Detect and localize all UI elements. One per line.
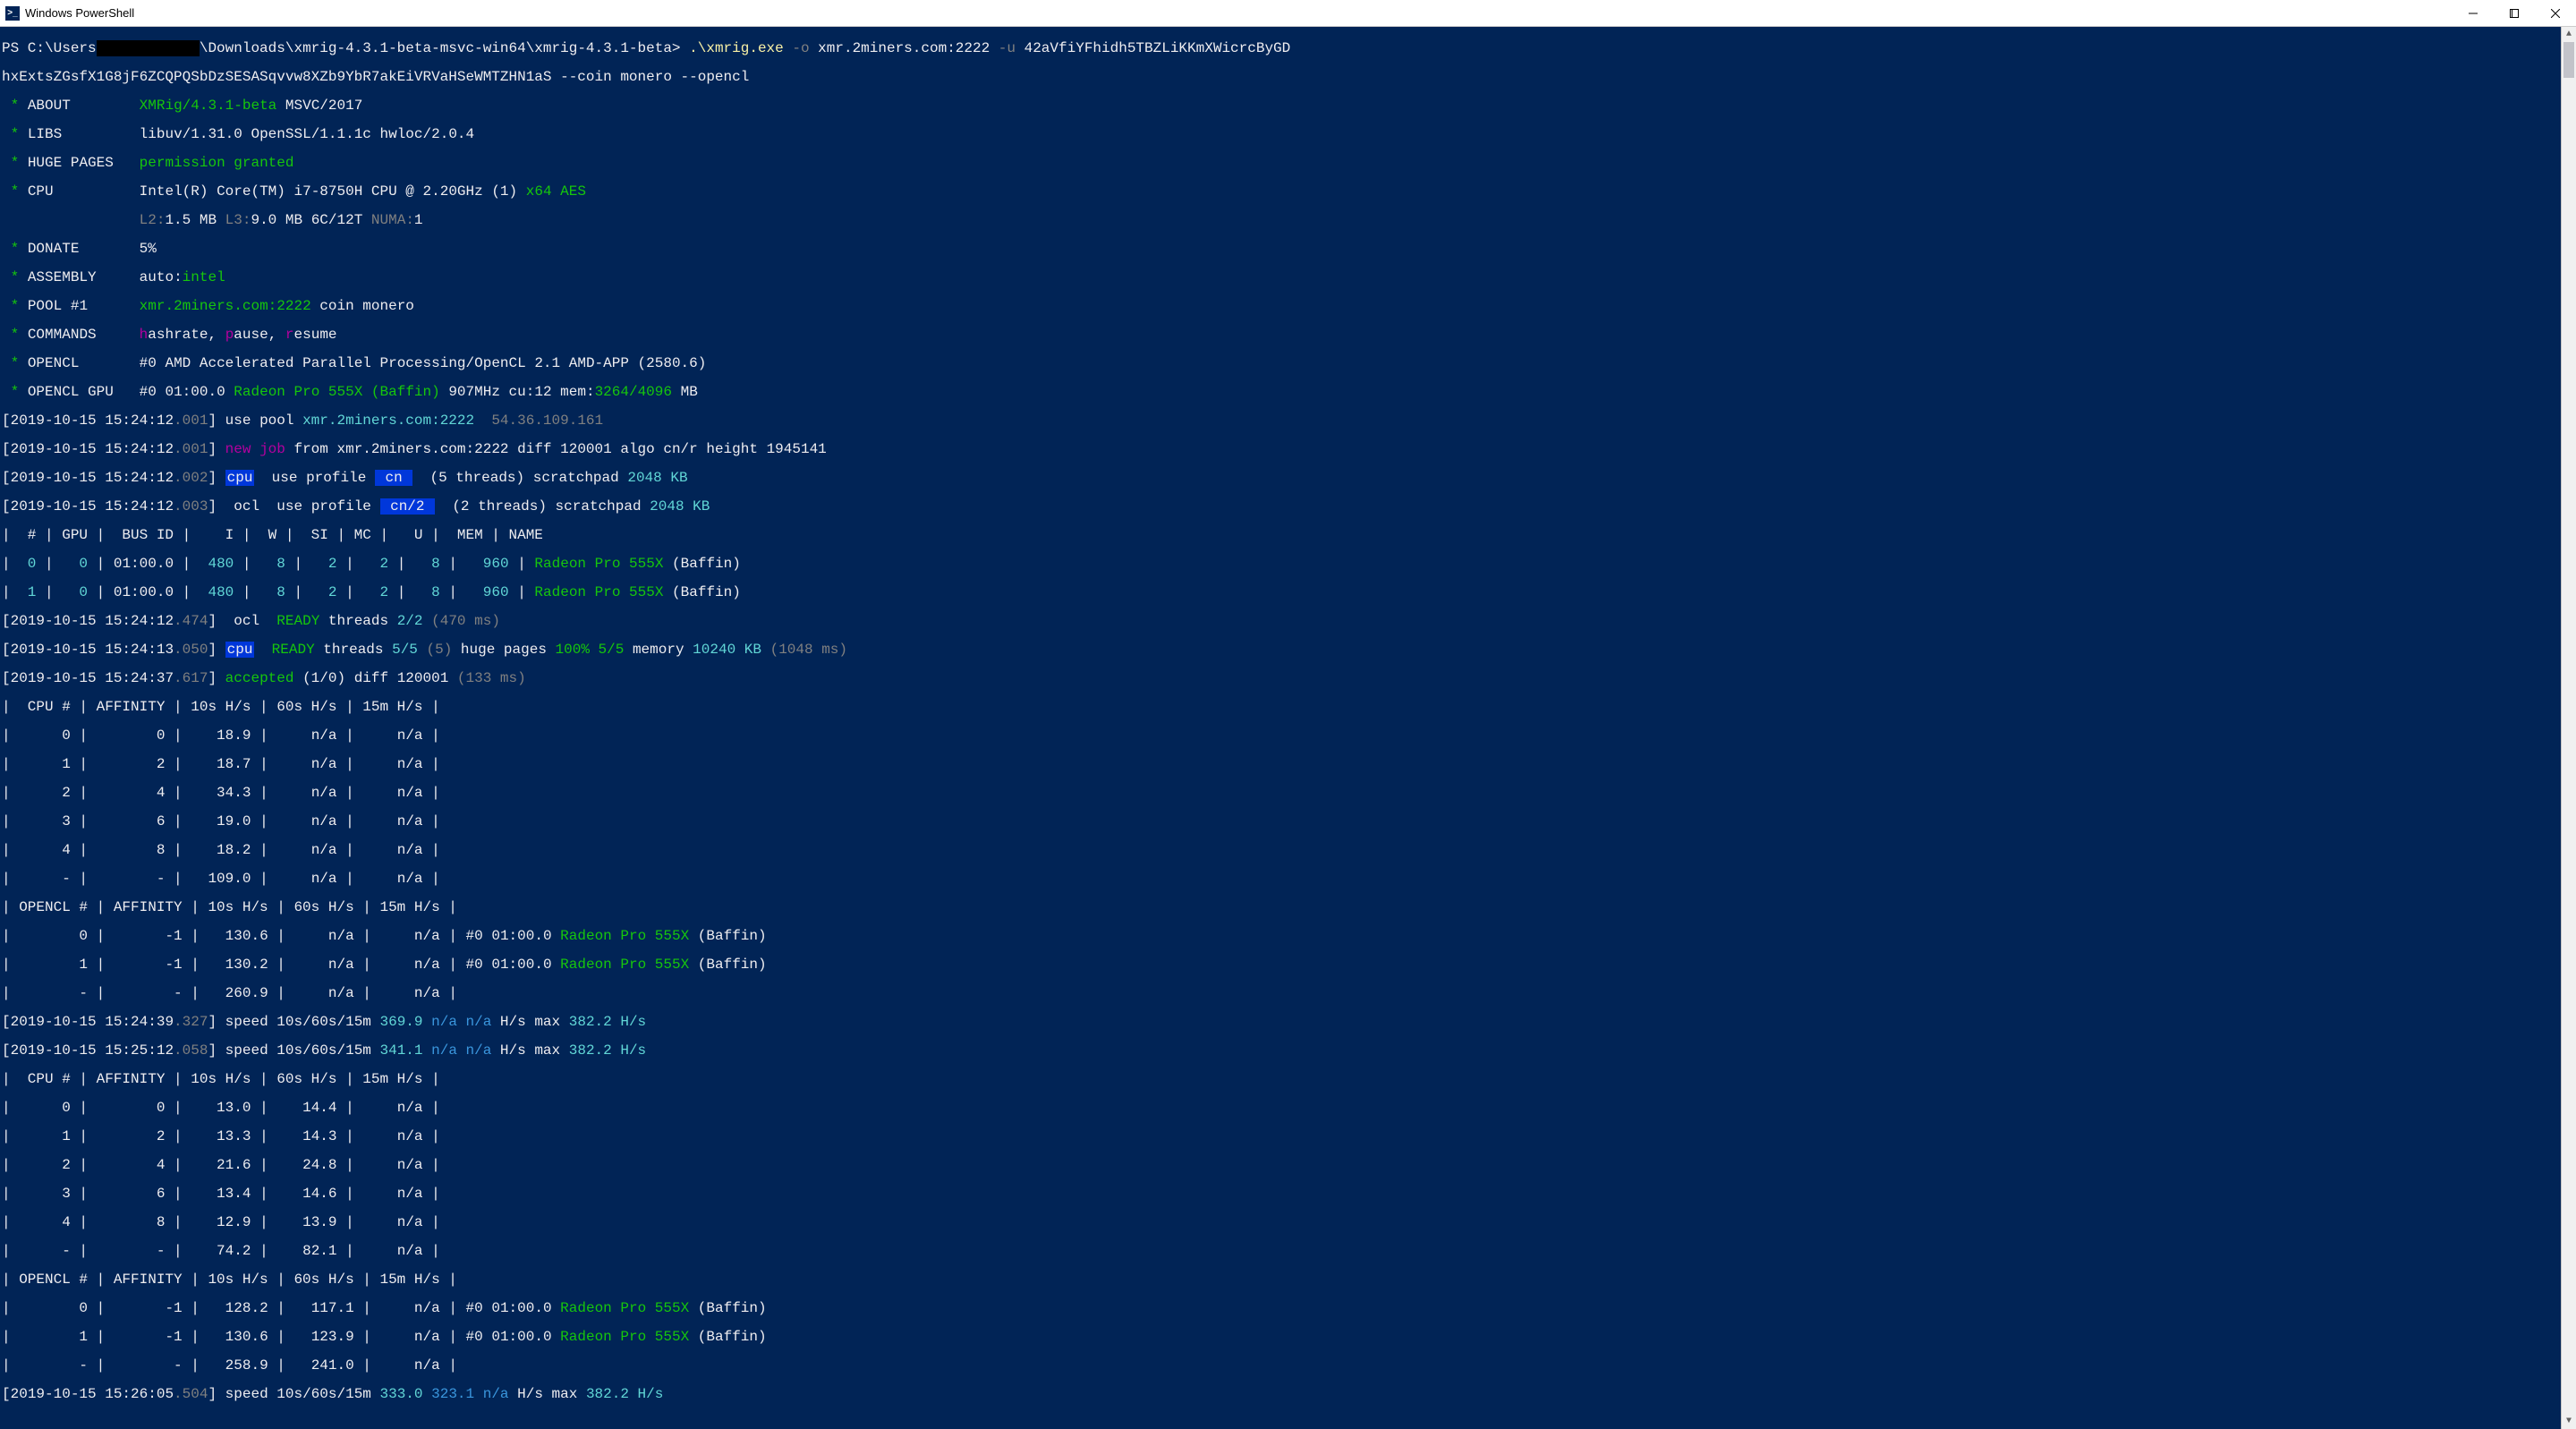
window-title: Windows PowerShell [25, 7, 134, 19]
vertical-scrollbar[interactable]: ▲ ▼ [2561, 27, 2576, 1429]
scroll-up-arrow[interactable]: ▲ [2562, 27, 2576, 42]
redacted-user [97, 40, 200, 56]
close-button[interactable] [2535, 0, 2576, 26]
prompt: PS C:\Users [2, 40, 97, 56]
powershell-icon: >_ [5, 6, 20, 21]
terminal-output[interactable]: PS C:\Users \Downloads\xmrig-4.3.1-beta-… [0, 27, 2561, 1429]
maximize-button[interactable] [2494, 0, 2535, 26]
scroll-down-arrow[interactable]: ▼ [2562, 1414, 2576, 1429]
window-titlebar: >_ Windows PowerShell [0, 0, 2576, 27]
scroll-thumb[interactable] [2563, 42, 2574, 78]
minimize-button[interactable] [2453, 0, 2494, 26]
